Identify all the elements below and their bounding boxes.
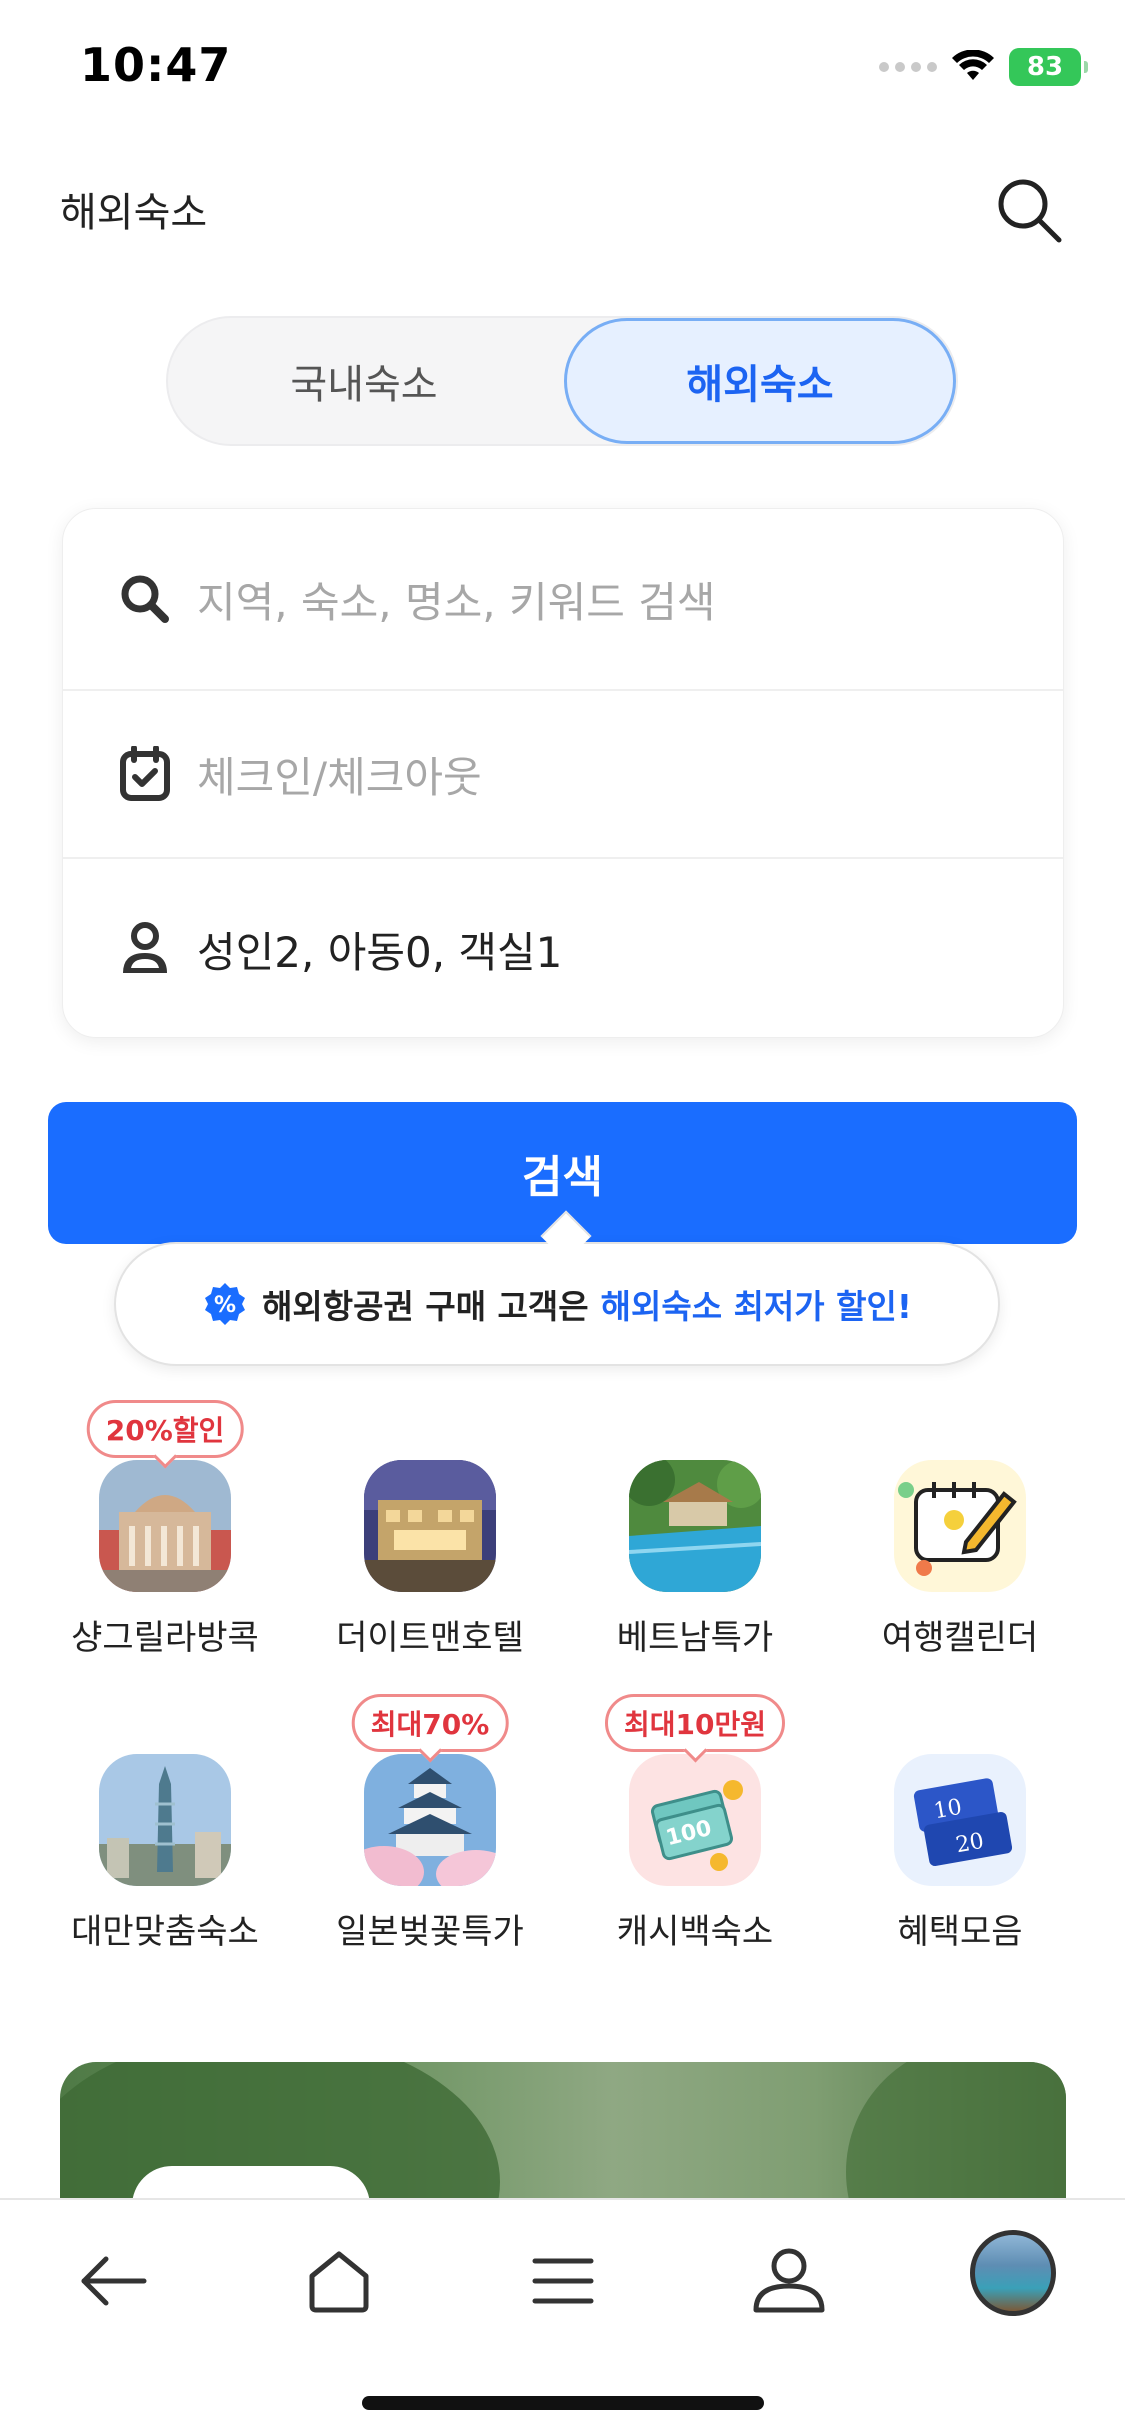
category-shangrila-bangkok[interactable]: 20%할인 샹그릴라방콕: [50, 1400, 280, 1700]
calendar-icon: [894, 1460, 1026, 1592]
cashback-badge: 최대10만원: [604, 1694, 786, 1752]
status-time: 10:47: [80, 38, 232, 92]
battery-level: 83: [1026, 52, 1064, 82]
svg-text:%: %: [214, 1293, 236, 1318]
promo-banner[interactable]: % 해외항공권 구매 고객은 해외숙소 최저가 할인!: [114, 1242, 1000, 1366]
category-label: 캐시백숙소: [616, 1912, 774, 1952]
home-button[interactable]: [294, 2236, 384, 2326]
category-japan-cherry-blossom[interactable]: 최대70% 일본벚꽃특가: [315, 1694, 545, 1994]
home-icon: [309, 2251, 369, 2313]
search-icon: [115, 569, 175, 629]
category-taiwan-stays[interactable]: 대만맞춤숙소: [50, 1754, 280, 1994]
category-label: 더이트맨호텔: [336, 1618, 524, 1658]
status-icons: 83: [879, 48, 1088, 86]
recent-view-thumbnail[interactable]: [970, 2230, 1056, 2316]
battery-indicator: 83: [1009, 48, 1088, 86]
category-label: 샹그릴라방콕: [71, 1618, 259, 1658]
discount-badge: 최대70%: [351, 1694, 509, 1752]
hotel-photo: [364, 1460, 496, 1592]
stay-type-tabs: 국내숙소 해외숙소: [166, 316, 958, 446]
date-field[interactable]: 체크인/체크아웃: [63, 691, 1063, 859]
tab-domestic[interactable]: 국내숙소: [168, 318, 560, 444]
keyword-placeholder: 지역, 숙소, 명소, 키워드 검색: [197, 577, 716, 627]
discount-icon: %: [205, 1283, 246, 1325]
category-label: 여행캘린더: [881, 1618, 1039, 1658]
dates-placeholder: 체크인/체크아웃: [197, 752, 482, 802]
header: 해외숙소: [0, 160, 1125, 250]
guest-field[interactable]: 성인2, 아동0, 객실1: [63, 859, 1063, 1039]
calendar-check-icon: [115, 744, 175, 804]
status-bar: 10:47 83: [0, 0, 1125, 140]
category-label: 혜택모음: [897, 1912, 1023, 1952]
svg-text:20: 20: [954, 1829, 986, 1858]
category-cashback-stays[interactable]: 100 최대10만원 캐시백숙소: [580, 1694, 810, 1994]
resort-pool-photo: [629, 1460, 761, 1592]
guests-value: 성인2, 아동0, 객실1: [197, 927, 563, 977]
search-icon: [998, 179, 1062, 243]
category-label: 대만맞춤숙소: [71, 1912, 259, 1952]
back-icon: [81, 2256, 147, 2306]
back-button[interactable]: [68, 2236, 158, 2326]
page-title: 해외숙소: [60, 190, 208, 236]
category-label: 베트남특가: [616, 1618, 774, 1658]
profile-icon: [753, 2248, 825, 2313]
coupon-icon: 10 20: [894, 1754, 1026, 1886]
person-icon: [115, 919, 175, 979]
cash-icon: 100: [629, 1754, 761, 1886]
category-the-eightman-hotel[interactable]: 더이트맨호텔: [315, 1460, 545, 1700]
my-page-button[interactable]: [744, 2236, 834, 2326]
tab-overseas[interactable]: 해외숙소: [564, 318, 956, 444]
category-benefits[interactable]: 10 20 혜택모음: [845, 1754, 1075, 1994]
home-indicator: [362, 2396, 764, 2410]
menu-icon: [532, 2258, 594, 2304]
wifi-icon: [952, 50, 994, 80]
palace-photo: [99, 1460, 231, 1592]
promo-highlight: 해외숙소 최저가 할인!: [600, 1287, 912, 1326]
keyword-search-field[interactable]: 지역, 숙소, 명소, 키워드 검색: [63, 509, 1063, 691]
cellular-signal-icon: [879, 62, 937, 72]
promo-text: 해외항공권 구매 고객은: [262, 1287, 589, 1326]
category-travel-calendar[interactable]: 여행캘린더: [845, 1460, 1075, 1700]
discount-badge: 20%할인: [86, 1400, 244, 1458]
category-label: 일본벚꽃특가: [336, 1912, 524, 1952]
menu-button[interactable]: [518, 2236, 608, 2326]
search-form: 지역, 숙소, 명소, 키워드 검색 체크인/체크아웃 성인2, 아동0, 객실…: [62, 508, 1064, 1038]
taipei-tower-photo: [99, 1754, 231, 1886]
search-button[interactable]: [989, 170, 1069, 250]
category-vietnam-deals[interactable]: 베트남특가: [580, 1460, 810, 1700]
japan-castle-photo: [364, 1754, 496, 1886]
